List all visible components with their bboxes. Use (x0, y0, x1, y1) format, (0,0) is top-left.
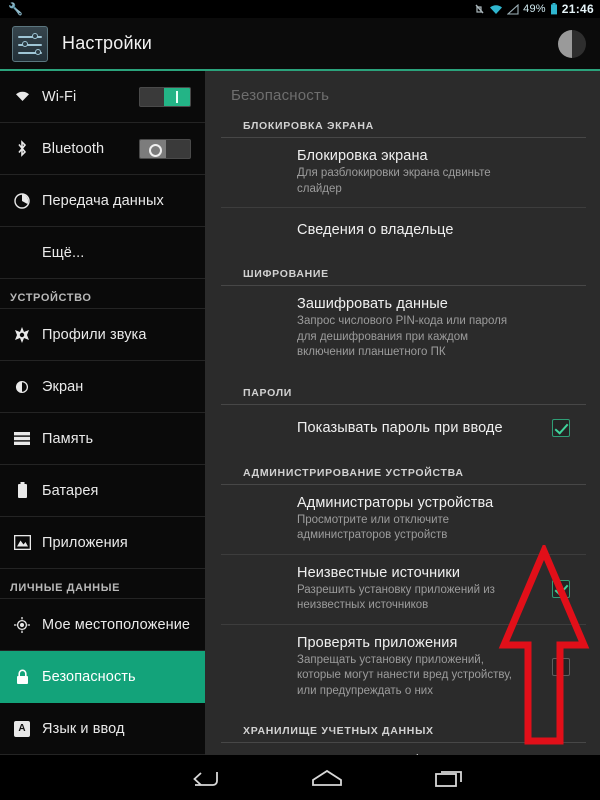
android-settings-screen: 🔧 49% 21:46 Настройки Wi-Fi Bluetooth Пе… (0, 0, 600, 800)
setting-subtitle: Просмотрите или отключите администраторо… (297, 513, 450, 542)
sidebar-item-label: Батарея (42, 482, 99, 499)
security-settings-panel: Безопасность БЛОКИРОВКА ЭКРАНА Блокировк… (205, 71, 600, 755)
sidebar-item-more[interactable]: Ещё... (0, 227, 205, 279)
half-circle-contrast-icon[interactable] (558, 29, 586, 58)
sound-profiles-icon (10, 324, 34, 346)
battery-percent-label: 49% (523, 3, 546, 15)
bluetooth-toggle[interactable] (139, 138, 191, 159)
bluetooth-icon (10, 138, 34, 160)
sidebar-item-label: Экран (42, 378, 84, 395)
storage-icon (10, 428, 34, 450)
setting-row-device-admins[interactable]: Администраторы устройства Просмотрите ил… (221, 485, 586, 555)
sidebar-item-label: Память (42, 430, 94, 447)
setting-title: Сведения о владельце (297, 222, 454, 239)
setting-title: Показывать пароль при вводе (297, 419, 503, 436)
setting-row-owner-info[interactable]: Сведения о владельце (221, 208, 586, 252)
sidebar-item-label: Язык и ввод (42, 720, 125, 737)
vibrate-muted-icon (475, 4, 484, 14)
page-title: Настройки (62, 33, 153, 53)
setting-subtitle: Разрешить установку приложений из неизве… (297, 583, 495, 612)
location-icon (10, 614, 34, 636)
action-bar: Настройки (0, 18, 600, 69)
signal-icon (507, 3, 519, 15)
lock-icon (10, 666, 34, 688)
setting-title: Блокировка экрана (297, 148, 428, 164)
sidebar-item-language-input[interactable]: A Язык и ввод (0, 703, 205, 755)
sidebar-item-label: Wi-Fi (42, 88, 77, 105)
setting-row-encrypt-data[interactable]: Зашифровать данные Запрос числового PIN-… (221, 286, 586, 371)
sidebar-item-bluetooth[interactable]: Bluetooth (0, 123, 205, 175)
wifi-toggle[interactable] (139, 86, 191, 107)
clock-label: 21:46 (561, 2, 594, 16)
sidebar-item-label: Ещё... (42, 244, 85, 261)
status-bar-left: 🔧 (8, 3, 23, 15)
home-icon[interactable] (277, 768, 377, 788)
verify-apps-checkbox[interactable] (552, 657, 570, 676)
setting-title: Проверять приложения (297, 634, 458, 651)
sidebar-item-location[interactable]: Мое местоположение (0, 599, 205, 651)
setting-row-screen-lock[interactable]: Блокировка экрана Для разблокировки экра… (221, 138, 586, 209)
sidebar-item-label: Профили звука (42, 326, 147, 343)
group-header-encryption: ШИФРОВАНИЕ (221, 252, 586, 287)
setting-row-trusted-certificates[interactable]: Надежные сертификаты Показывать надежные… (221, 743, 586, 755)
sidebar-item-battery[interactable]: Батарея (0, 465, 205, 517)
status-bar: 🔧 49% 21:46 (0, 0, 600, 18)
sidebar-header-personal: ЛИЧНЫЕ ДАННЫЕ (0, 569, 205, 599)
sidebar-item-apps[interactable]: Приложения (0, 517, 205, 569)
settings-sidebar[interactable]: Wi-Fi Bluetooth Передача данных Ещё... У… (0, 71, 205, 755)
sidebar-header-device: УСТРОЙСТВО (0, 279, 205, 309)
sidebar-item-storage[interactable]: Память (0, 413, 205, 465)
sidebar-item-wifi[interactable]: Wi-Fi (0, 71, 205, 123)
recents-icon[interactable] (399, 768, 499, 788)
wifi-icon (490, 4, 503, 14)
setting-subtitle: Запрос числового PIN-кода или пароля для… (297, 315, 508, 359)
group-header-device-admin: АДМИНИСТРИРОВАНИЕ УСТРОЙСТВА (221, 451, 586, 485)
back-icon[interactable] (155, 768, 255, 788)
sidebar-item-data-usage[interactable]: Передача данных (0, 175, 205, 227)
settings-sliders-icon (12, 25, 48, 62)
sidebar-item-label: Передача данных (42, 192, 164, 209)
setting-subtitle: Запрещать установку приложений, которые … (297, 653, 513, 697)
wifi-icon (10, 86, 34, 108)
setting-row-verify-apps[interactable]: Проверять приложения Запрещать установку… (221, 625, 586, 710)
sidebar-item-display[interactable]: Экран (0, 361, 205, 413)
group-header-screen-lock: БЛОКИРОВКА ЭКРАНА (221, 104, 586, 138)
system-navigation-bar[interactable] (0, 755, 600, 800)
setting-title: Администраторы устройства (297, 494, 494, 511)
unknown-sources-checkbox[interactable] (552, 580, 570, 599)
setting-title: Зашифровать данные (297, 296, 448, 313)
sidebar-item-label: Приложения (42, 534, 128, 551)
display-brightness-icon (10, 376, 34, 398)
sidebar-item-security[interactable]: Безопасность (0, 651, 205, 703)
sidebar-item-sound-profiles[interactable]: Профили звука (0, 309, 205, 361)
data-usage-icon (10, 190, 34, 212)
setting-row-unknown-sources[interactable]: Неизвестные источники Разрешить установк… (221, 555, 586, 625)
language-input-icon: A (10, 718, 34, 740)
group-header-passwords: ПАРОЛИ (221, 371, 586, 405)
battery-icon (550, 3, 557, 15)
status-bar-right: 49% 21:46 (474, 2, 594, 16)
apps-image-icon (10, 532, 34, 554)
sidebar-item-label: Bluetooth (42, 140, 105, 157)
battery-icon (10, 480, 34, 502)
show-password-checkbox[interactable] (552, 418, 570, 437)
setting-row-show-password[interactable]: Показывать пароль при вводе (221, 405, 586, 451)
panel-title: Безопасность (231, 87, 330, 104)
sidebar-item-label: Мое местоположение (42, 616, 191, 633)
wrench-icon: 🔧 (8, 2, 23, 16)
setting-title: Неизвестные источники (297, 564, 461, 581)
sidebar-item-label: Безопасность (42, 668, 136, 685)
setting-subtitle: Для разблокировки экрана сдвиньте слайде… (297, 167, 491, 195)
content-area: Wi-Fi Bluetooth Передача данных Ещё... У… (0, 71, 600, 755)
group-header-credential-storage: ХРАНИЛИЩЕ УЧЕТНЫХ ДАННЫХ (221, 709, 586, 744)
